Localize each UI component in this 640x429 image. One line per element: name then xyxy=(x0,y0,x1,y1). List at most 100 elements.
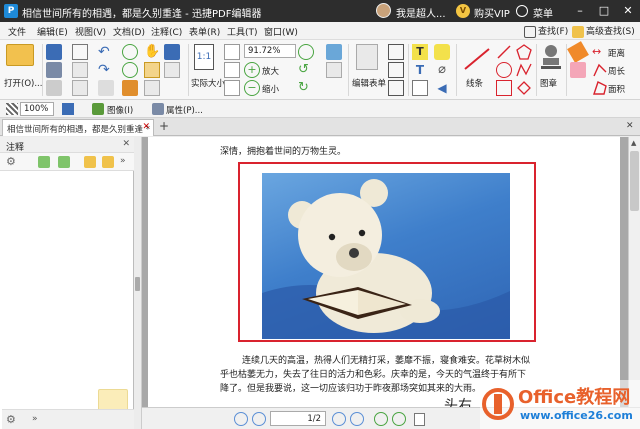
zoom-out-icon[interactable]: − xyxy=(244,80,260,96)
stamp-icon[interactable] xyxy=(540,44,562,70)
highlight-icon[interactable] xyxy=(122,80,138,96)
menu-document[interactable]: 文档(D) xyxy=(113,25,145,38)
zoom-in-icon[interactable]: + xyxy=(244,62,260,78)
polygon-icon[interactable] xyxy=(516,44,532,60)
menu-view[interactable]: 视图(V) xyxy=(75,25,106,38)
expand-all-icon[interactable] xyxy=(38,156,50,168)
menu-edit[interactable]: 编辑(E) xyxy=(37,25,68,38)
clipboard-icon[interactable] xyxy=(98,80,114,96)
text-icon[interactable]: T xyxy=(412,62,428,78)
undo-icon[interactable]: ↶ xyxy=(98,44,114,60)
snapshot-icon[interactable] xyxy=(144,80,160,96)
distance-icon[interactable]: ↔ xyxy=(592,44,608,60)
menu-tools[interactable]: 工具(T) xyxy=(227,25,258,38)
vertical-scrollbar[interactable]: ▲ xyxy=(628,137,640,407)
menu-comment[interactable]: 注释(C) xyxy=(151,25,182,38)
forward-icon[interactable] xyxy=(122,62,138,78)
redo-icon[interactable]: ↷ xyxy=(98,62,114,78)
previous-page-icon[interactable] xyxy=(252,412,266,426)
menu-file[interactable]: 文件 xyxy=(8,25,26,38)
scroll-up-icon[interactable]: ▲ xyxy=(631,139,636,147)
maximize-icon[interactable]: □ xyxy=(596,3,612,19)
text-field-icon[interactable] xyxy=(326,62,342,78)
zoom-select[interactable]: 91.72% xyxy=(244,44,296,58)
settings-gear-icon[interactable]: ⚙ xyxy=(6,156,18,168)
fit-page-icon[interactable] xyxy=(224,44,240,60)
selected-image-frame[interactable] xyxy=(238,162,536,342)
image-button[interactable]: 图像(I) xyxy=(107,104,133,116)
properties-button[interactable]: 属性(P)... xyxy=(166,104,203,116)
cloud-icon[interactable] xyxy=(516,80,532,96)
panel-expand-icon[interactable]: » xyxy=(32,414,38,424)
menu-icon[interactable] xyxy=(516,5,528,17)
document-tab[interactable]: 相信世间所有的相遇，都是久别重逢 * ✕ xyxy=(2,119,154,136)
select-text-icon[interactable] xyxy=(144,62,160,78)
zoom-in-label[interactable]: 放大 xyxy=(262,65,279,77)
open-label[interactable]: 打开(O)... xyxy=(4,77,42,89)
email-icon[interactable] xyxy=(72,44,88,60)
sound-icon[interactable]: ◀ xyxy=(434,80,450,96)
user-name[interactable]: 我是超人... xyxy=(396,5,446,20)
polyline-icon[interactable] xyxy=(516,62,532,78)
more-chevron-icon[interactable]: » xyxy=(120,156,126,166)
scrollbar-thumb[interactable] xyxy=(630,151,639,211)
actual-size-label[interactable]: 实际大小 xyxy=(191,77,225,89)
camera-icon[interactable] xyxy=(164,44,180,60)
history-forward-icon[interactable] xyxy=(392,412,406,426)
perimeter-icon[interactable] xyxy=(592,62,608,78)
color-swatch-icon[interactable] xyxy=(62,103,74,115)
line-icon[interactable] xyxy=(462,46,492,72)
page-number-input[interactable]: 1/2 xyxy=(270,411,326,426)
rotate-left-icon[interactable]: ↺ xyxy=(298,62,314,78)
user-avatar[interactable] xyxy=(376,3,391,18)
panel-settings-icon[interactable]: ⚙ xyxy=(6,414,16,426)
edit-form-icon[interactable] xyxy=(356,44,378,70)
zoom-out-label[interactable]: 缩小 xyxy=(262,83,279,95)
page-icon[interactable] xyxy=(72,62,88,78)
area-label[interactable]: 面积 xyxy=(608,83,625,95)
perimeter-label[interactable]: 周长 xyxy=(608,65,625,77)
single-page-icon[interactable] xyxy=(414,413,425,426)
actual-size-icon[interactable]: 1:1 xyxy=(194,44,214,70)
distance-label[interactable]: 距离 xyxy=(608,47,625,59)
rectangle-icon[interactable] xyxy=(496,80,512,96)
advanced-find-button[interactable]: 高级查找(S) xyxy=(572,24,635,38)
typewriter-icon[interactable]: T xyxy=(412,44,428,60)
splitter-handle[interactable] xyxy=(135,277,140,291)
form-field-icon[interactable] xyxy=(326,44,342,60)
back-icon[interactable] xyxy=(122,44,138,60)
print-icon[interactable] xyxy=(46,62,62,78)
panel-close-icon[interactable]: ✕ xyxy=(122,139,130,149)
panel-splitter[interactable] xyxy=(134,137,142,429)
fit-visible-icon[interactable] xyxy=(224,80,240,96)
new-tab-icon[interactable]: + xyxy=(158,120,170,132)
first-page-icon[interactable] xyxy=(234,412,248,426)
save-icon[interactable] xyxy=(46,44,62,60)
eraser-icon[interactable] xyxy=(570,62,586,78)
zoom-tool-icon[interactable] xyxy=(298,44,314,60)
page-setup-icon[interactable] xyxy=(164,62,180,78)
close-icon[interactable]: ✕ xyxy=(620,3,636,19)
radio-button-icon[interactable] xyxy=(388,80,404,96)
edit-form-label[interactable]: 编辑表单 xyxy=(352,77,386,89)
arrow-icon[interactable] xyxy=(496,44,512,60)
tab-close-icon[interactable]: ✕ xyxy=(142,122,150,132)
hand-tool-icon[interactable]: ✋ xyxy=(144,44,160,60)
sticky-note-icon[interactable] xyxy=(434,44,450,60)
check-box-icon[interactable] xyxy=(388,62,404,78)
ellipse-icon[interactable] xyxy=(496,62,512,78)
pdf-page[interactable]: 深情，拥抱着世间的万物生灵。 连续几天的高温，热得人们无精打采，萎靡不振，寝食难… xyxy=(148,137,620,407)
pattern-icon[interactable] xyxy=(6,103,18,115)
minimize-icon[interactable]: – xyxy=(572,3,588,19)
buy-vip-button[interactable]: 购买VIP xyxy=(474,5,510,20)
pencil-icon[interactable] xyxy=(567,41,589,63)
line-label[interactable]: 线条 xyxy=(466,77,483,89)
rotate-right-icon[interactable]: ↻ xyxy=(298,80,314,96)
text-box-icon[interactable] xyxy=(388,44,404,60)
document-icon[interactable] xyxy=(72,80,88,96)
history-back-icon[interactable] xyxy=(374,412,388,426)
find-button[interactable]: 查找(F) xyxy=(524,24,568,38)
close-document-icon[interactable]: ✕ xyxy=(626,121,636,131)
next-page-icon[interactable] xyxy=(332,412,346,426)
scan-icon[interactable] xyxy=(46,80,62,96)
